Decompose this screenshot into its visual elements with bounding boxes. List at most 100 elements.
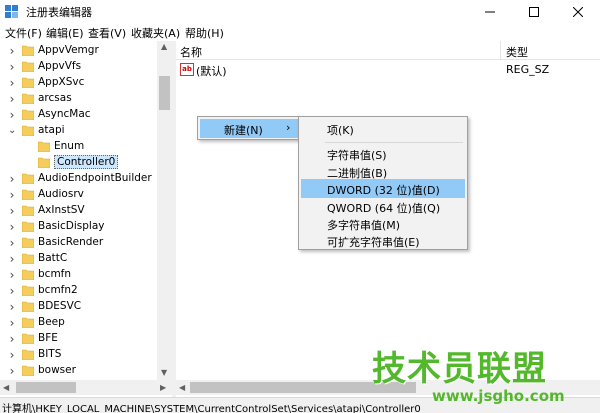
tree-item[interactable]: › arcsas [0,91,158,107]
tree-item[interactable]: ⌄ atapi [0,123,158,139]
submenu-item-key[interactable]: 项(K) [301,119,465,138]
chevron-right-icon[interactable]: › [8,93,16,105]
tree-vertical-scrollbar[interactable]: ▲ ▼ [157,41,172,381]
maximize-icon [529,7,539,17]
chevron-right-icon[interactable]: › [8,333,16,345]
chevron-right-icon[interactable]: › [8,61,16,73]
tree-item[interactable]: › bcmfn [0,267,158,283]
tree-item[interactable]: › BattC [0,251,158,267]
tree-item[interactable]: › bowser [0,363,158,379]
chevron-right-icon[interactable]: › [8,189,16,201]
scroll-left-arrow-icon[interactable]: ◀ [3,383,9,392]
column-separator[interactable] [500,41,501,60]
tree-item[interactable]: › BasicDisplay [0,219,158,235]
chevron-right-icon[interactable]: › [8,317,16,329]
tree-item-label: arcsas [38,92,72,104]
column-header-name[interactable]: 名称 [180,44,202,60]
chevron-down-icon[interactable]: ⌄ [8,126,16,136]
minimize-button[interactable] [468,0,512,24]
tree-hscroll-thumb[interactable] [16,382,76,393]
tree-item-label: AppvVfs [38,60,82,72]
tree-horizontal-scrollbar[interactable]: ◀ ▶ [0,380,172,395]
folder-icon [22,189,34,200]
folder-icon [22,301,34,312]
submenu-item-expandable-string-value[interactable]: 可扩充字符串值(E) [301,231,465,250]
tree-item-label: AsyncMac [38,108,91,120]
folder-icon [38,141,50,152]
minimize-icon [485,11,495,13]
scroll-left-arrow-icon[interactable]: ◀ [179,383,185,392]
chevron-right-icon[interactable]: › [8,45,16,57]
menu-edit[interactable]: 编辑(E) [46,25,84,41]
tree-item[interactable]: › AppXSvc [0,75,158,91]
tree-item[interactable]: › AsyncMac [0,107,158,123]
submenu-item-label: 项(K) [327,124,354,137]
scroll-down-arrow-icon[interactable]: ▼ [161,368,167,377]
chevron-right-icon[interactable]: › [8,269,16,281]
tree-item-label: BasicRender [38,236,104,248]
status-path: 计算机\HKEY_LOCAL_MACHINE\SYSTEM\CurrentCon… [2,404,421,413]
tree-item-label: BFE [38,332,58,344]
tree-item[interactable]: › BasicRender [0,235,158,251]
submenu-item-string-value[interactable]: 字符串值(S) [301,144,465,163]
tree-item-label: BasicDisplay [38,220,105,232]
tree-item[interactable]: Enum [0,139,158,155]
folder-icon [22,349,34,360]
tree-item[interactable]: › AudioEndpointBuilder [0,171,158,187]
menu-view[interactable]: 查看(V) [88,25,126,41]
folder-icon [22,253,34,264]
value-name: (默认) [196,65,227,78]
chevron-right-icon[interactable]: › [8,109,16,121]
list-item[interactable]: ab (默认) REG_SZ [176,62,600,78]
tree-item-label: AudioEndpointBuilder [38,172,152,184]
tree-item[interactable]: › Audiosrv [0,187,158,203]
tree-item[interactable]: › AppvVfs [0,59,158,75]
chevron-right-icon[interactable]: › [8,77,16,89]
chevron-right-icon[interactable]: › [8,365,16,377]
tree-item[interactable]: › AxInstSV [0,203,158,219]
menu-help[interactable]: 帮助(H) [185,25,224,41]
chevron-right-icon[interactable]: › [8,349,16,361]
watermark: 技术员联盟 www.jsgho.com [372,341,600,413]
tree-item[interactable]: › Beep [0,315,158,331]
chevron-right-icon[interactable]: › [8,285,16,297]
value-type: REG_SZ [506,63,550,76]
window-title: 注册表编辑器 [26,6,92,19]
close-button[interactable] [556,0,600,24]
scroll-up-arrow-icon[interactable]: ▲ [161,42,167,51]
maximize-button[interactable] [512,0,556,24]
submenu-item-label: 可扩充字符串值(E) [327,236,420,249]
folder-icon [22,173,34,184]
tree-item-label: Controller0 [54,155,119,169]
tree-item[interactable]: › BFE [0,331,158,347]
list-header: 名称 类型 [176,41,600,60]
title-bar: 注册表编辑器 [0,0,600,24]
tree-item[interactable]: › AppvVemgr [0,43,158,59]
menu-item-new[interactable]: 新建(N) › [200,119,298,138]
chevron-right-icon[interactable]: › [8,237,16,249]
menu-favorites[interactable]: 收藏夹(A) [131,25,180,41]
folder-icon [22,221,34,232]
new-submenu: 项(K) 字符串值(S) 二进制值(B) DWORD (32 位)值(D) QW… [298,116,468,250]
submenu-item-dword-value[interactable]: DWORD (32 位)值(D) [301,179,465,198]
chevron-right-icon[interactable]: › [8,253,16,265]
tree-item-label: bcmfn [38,268,72,280]
tree-item[interactable]: Controller0 [0,155,158,171]
tree-item[interactable]: › BITS [0,347,158,363]
tree-item[interactable]: › BDESVC [0,299,158,315]
chevron-right-icon[interactable]: › [8,301,16,313]
tree-item-label: BattC [38,252,68,264]
key-tree[interactable]: › AppvVemgr › AppvVfs › AppXSvc › arcsas › AsyncM… [0,41,172,397]
watermark-logo-text: 技术员联盟 [372,349,547,389]
tree-vscroll-thumb[interactable] [159,76,170,110]
chevron-right-icon[interactable]: › [8,221,16,233]
chevron-right-icon[interactable]: › [8,205,16,217]
scroll-right-arrow-icon[interactable]: ▶ [160,383,166,392]
menu-file[interactable]: 文件(F) [5,25,42,41]
chevron-right-icon[interactable]: › [8,173,16,185]
column-header-type[interactable]: 类型 [506,44,528,60]
tree-item[interactable]: › bcmfn2 [0,283,158,299]
watermark-url: www.jsgho.com [432,387,565,405]
tree-item-label: atapi [38,124,65,136]
folder-icon [22,333,34,344]
